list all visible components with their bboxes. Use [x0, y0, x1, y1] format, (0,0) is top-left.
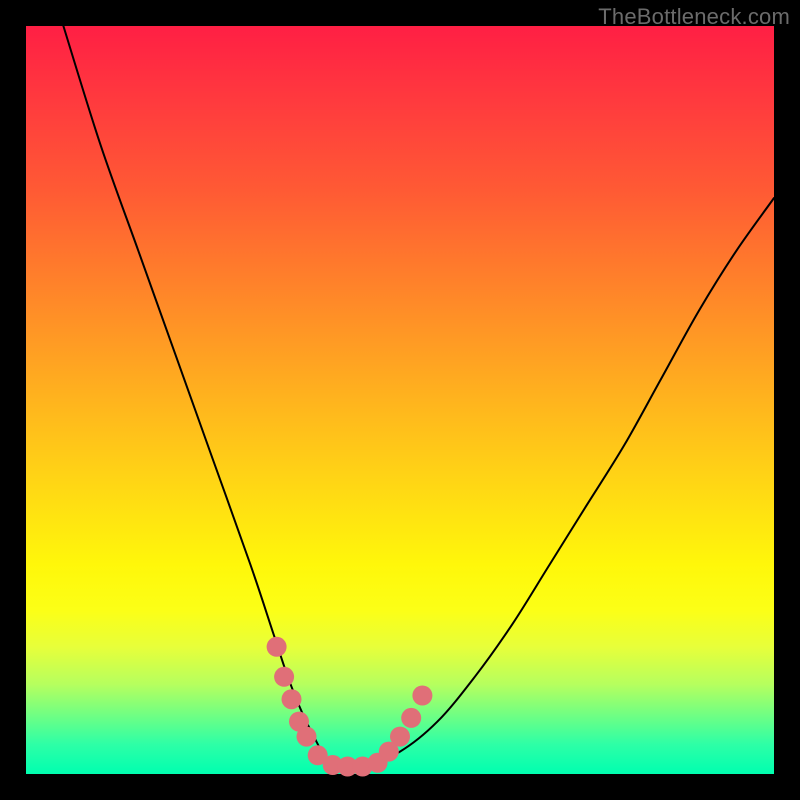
chart-area [26, 26, 774, 774]
highlight-dot [297, 727, 317, 747]
highlight-dot [390, 727, 410, 747]
highlight-dot [267, 637, 287, 657]
highlight-dots-group [267, 637, 433, 777]
highlight-dot [274, 667, 294, 687]
highlight-dot [401, 708, 421, 728]
bottleneck-curve [63, 26, 774, 768]
highlight-dot [282, 689, 302, 709]
highlight-dot [412, 686, 432, 706]
chart-svg [26, 26, 774, 774]
